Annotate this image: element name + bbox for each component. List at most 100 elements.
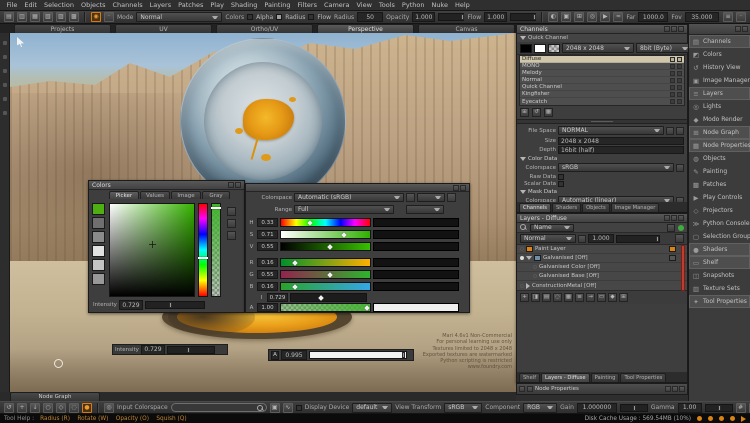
float-icon[interactable] (228, 182, 234, 188)
sync-channel-icon[interactable]: ↺ (532, 108, 541, 117)
eyedropper-icon[interactable] (227, 207, 236, 216)
channel-lock-icon[interactable] (670, 64, 675, 69)
color-swatch[interactable] (92, 217, 105, 229)
slider-handle[interactable] (341, 232, 347, 238)
view-transform-dropdown[interactable]: sRGB (444, 403, 482, 413)
sidebar-item-channels[interactable]: ▤Channels (689, 35, 750, 48)
tab-image-manager[interactable]: Image Manager (611, 203, 660, 212)
tab-node-graph[interactable]: Node Graph (10, 392, 100, 401)
slider-handle[interactable] (318, 295, 324, 301)
file-space-lock-icon[interactable] (666, 127, 674, 135)
slider-handle[interactable] (308, 220, 314, 226)
sidebar-item-shelf[interactable]: ▭Shelf (689, 256, 750, 269)
colors-panel-header[interactable]: Colors (89, 181, 244, 190)
menu-view[interactable]: View (353, 1, 375, 9)
dock-icon[interactable] (527, 386, 533, 392)
flatten-icon[interactable]: ▭ (597, 293, 606, 302)
close-icon[interactable] (460, 185, 466, 191)
intensity-value[interactable]: 0.729 (141, 345, 165, 355)
intensity-slider[interactable] (145, 301, 205, 309)
status-orange-icon[interactable] (708, 416, 713, 421)
minimize-icon[interactable] (664, 215, 670, 221)
float-icon[interactable] (672, 386, 678, 392)
transform-tool-icon[interactable]: + (17, 403, 27, 413)
close-icon[interactable] (678, 215, 684, 221)
hue-slider-handle[interactable] (198, 257, 208, 259)
layer-history-icon[interactable] (667, 224, 675, 232)
grid-toggle-icon[interactable]: # (736, 403, 746, 413)
channel-lock-icon[interactable] (670, 92, 675, 97)
add-adjustment-icon[interactable]: ◨ (531, 293, 540, 302)
close-icon[interactable] (235, 182, 241, 188)
slider-value[interactable]: 0.16 (257, 258, 278, 267)
channel-lock-icon[interactable] (670, 78, 675, 83)
gain-slider[interactable] (620, 404, 648, 412)
sidebar-item-node-graph[interactable]: ⊞Node Graph (689, 126, 750, 139)
blend-mode-dropdown[interactable]: Normal (520, 234, 576, 243)
minimize-icon[interactable] (664, 26, 670, 32)
menu-painting[interactable]: Painting (261, 1, 294, 9)
tab-uv[interactable]: UV (115, 24, 212, 33)
menu-selection[interactable]: Selection (40, 1, 77, 9)
new-project-icon[interactable]: ▤ (4, 12, 14, 22)
remove-layer-icon[interactable]: ⊞ (619, 293, 628, 302)
mirror-icon[interactable]: ⊞ (574, 12, 584, 22)
remove-channel-icon[interactable]: ▦ (544, 108, 553, 117)
display-device-dropdown[interactable]: default (352, 403, 392, 413)
intensity-value[interactable]: 0.729 (119, 300, 143, 310)
layer-filter-dropdown[interactable]: Name (530, 224, 574, 232)
left-tool-strip[interactable] (0, 33, 10, 392)
menu-filters[interactable]: Filters (294, 1, 320, 9)
sidebar-item-patches[interactable]: ▩Patches (689, 178, 750, 191)
gamma-value[interactable]: 1.00 (678, 403, 702, 413)
menu-layers[interactable]: Layers (146, 1, 175, 9)
fov-input[interactable]: 35.000 (685, 12, 719, 22)
dock-icon[interactable] (519, 386, 525, 392)
channel-colorspace-dropdown[interactable]: sRGB (558, 163, 674, 172)
visibility-dot-icon[interactable] (520, 247, 524, 251)
snapshot-icon[interactable]: ▣ (270, 403, 280, 413)
slider-handle[interactable] (364, 305, 370, 311)
menu-channels[interactable]: Channels (109, 1, 146, 9)
channel-row[interactable]: Melody (520, 70, 684, 77)
black-swatch[interactable] (520, 44, 532, 53)
save-project-icon[interactable]: ▦ (30, 12, 40, 22)
colorspace-search-input[interactable] (171, 403, 267, 412)
channel-row[interactable]: Eyecatch (520, 98, 684, 105)
cache-layer-icon[interactable]: ◆ (608, 293, 617, 302)
layer-amount-slider[interactable] (616, 235, 660, 243)
panel-splitter[interactable] (517, 119, 687, 124)
add-layer-icon[interactable]: + (520, 293, 529, 302)
sidebar-item-texture-sets[interactable]: ▥Texture Sets (689, 282, 750, 295)
add-mask-icon[interactable]: ◌ (553, 293, 562, 302)
channel-row[interactable]: Quick Channel (520, 84, 684, 91)
sidebar-item-lights[interactable]: ◎Lights (689, 100, 750, 113)
import-icon[interactable]: ▧ (43, 12, 53, 22)
expander-icon[interactable] (526, 283, 530, 289)
intensity-slider-handle[interactable] (169, 302, 172, 308)
channel-cache-icon[interactable] (677, 85, 682, 90)
range-dropdown[interactable]: Full (294, 205, 394, 214)
color-data-section[interactable]: Color Data (517, 156, 687, 162)
expand-all-icon[interactable] (742, 26, 748, 32)
status-play-icon[interactable] (741, 416, 746, 422)
flow-slider-handle[interactable] (533, 14, 536, 20)
menu-patches[interactable]: Patches (175, 1, 207, 9)
float-icon[interactable] (453, 185, 459, 191)
channel-lock-icon[interactable] (670, 85, 675, 90)
slider-value[interactable]: 0.55 (257, 242, 278, 251)
channel-lock-icon[interactable] (670, 99, 675, 104)
tab-values[interactable]: Values (140, 191, 170, 199)
slider-handle[interactable] (327, 244, 333, 250)
hue-slider[interactable] (198, 203, 208, 297)
sidebar-item-play-controls[interactable]: ▶Play Controls (689, 191, 750, 204)
tab-shaders[interactable]: Shaders (552, 203, 581, 212)
add-channel-icon[interactable]: ⊞ (520, 108, 529, 117)
range-aux-dropdown[interactable] (406, 205, 444, 214)
tab-picker[interactable]: Picker (109, 191, 139, 199)
gamma-slider-handle[interactable] (718, 405, 721, 411)
white-swatch[interactable] (534, 44, 546, 53)
slider-handle[interactable] (327, 272, 333, 278)
colorspace-reset-icon[interactable] (447, 193, 456, 202)
tab-objects[interactable]: Objects (582, 203, 610, 212)
